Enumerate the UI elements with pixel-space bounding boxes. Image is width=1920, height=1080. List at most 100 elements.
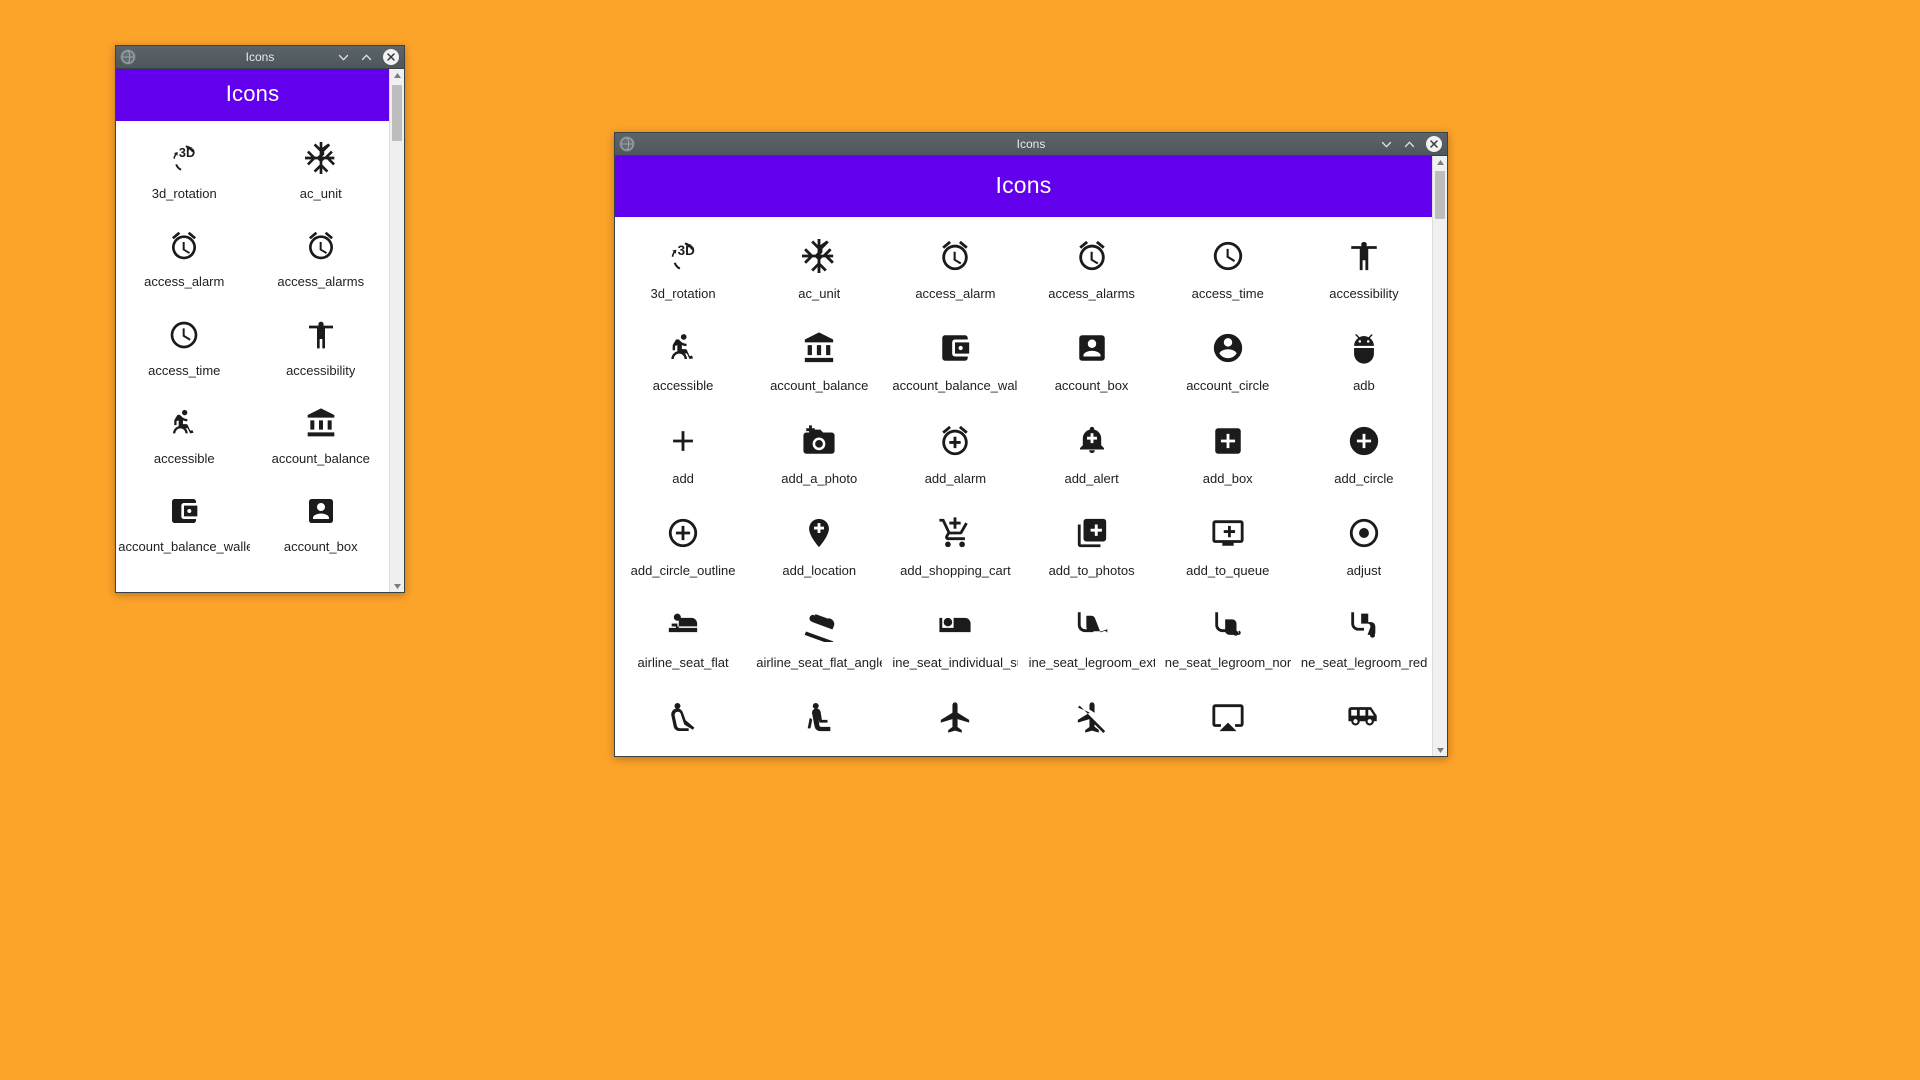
icon-cell[interactable]: add_box (1160, 416, 1296, 486)
icon-cell[interactable]: ac_unit (253, 135, 390, 201)
icon-cell[interactable]: add (615, 416, 751, 486)
icon-cell[interactable]: adb (1296, 323, 1432, 393)
titlebar[interactable]: Icons (116, 46, 404, 69)
add-icon[interactable] (666, 416, 700, 466)
icon-cell[interactable]: access_time (116, 312, 253, 378)
account-balance-wallet-icon[interactable] (168, 488, 200, 534)
icon-cell[interactable]: add_circle (1296, 416, 1432, 486)
icon-cell[interactable]: account_balance (253, 400, 390, 466)
add-alert-icon[interactable] (1075, 416, 1109, 466)
ac-unit-icon[interactable] (304, 135, 337, 181)
airline-seat-flat-icon[interactable] (666, 600, 700, 650)
accessible-icon[interactable] (666, 323, 700, 373)
icon-cell[interactable]: airline_seat_flat_angle (751, 600, 887, 670)
icon-cell[interactable]: add_alarm (887, 416, 1023, 486)
icon-cell[interactable]: access_alarm (887, 231, 1023, 301)
scroll-up-arrow[interactable] (1433, 156, 1447, 168)
chevron-down-icon[interactable] (337, 51, 350, 64)
icon-cell[interactable]: add_circle_outline (615, 508, 751, 578)
icon-cell[interactable] (1160, 692, 1296, 742)
chevron-up-icon[interactable] (1403, 138, 1416, 151)
scrollbar-track[interactable] (390, 81, 404, 580)
account-box-icon[interactable] (305, 488, 337, 534)
airplanemode-inactive-icon[interactable] (1075, 692, 1109, 742)
globe-icon[interactable] (120, 49, 136, 65)
window-small[interactable]: Icons Icons 3D 3d_rotation ac_unit access_ala… (115, 45, 405, 593)
account-balance-icon[interactable] (802, 323, 836, 373)
window-large[interactable]: Icons Icons 3D 3d_rotation ac_unit access_ala… (614, 132, 1448, 757)
add-to-queue-icon[interactable] (1211, 508, 1245, 558)
chevron-down-icon[interactable] (1380, 138, 1393, 151)
add-circle-icon[interactable] (1347, 416, 1381, 466)
icon-cell[interactable]: account_box (1024, 323, 1160, 393)
airport-shuttle-icon[interactable] (1347, 692, 1381, 742)
icon-cell[interactable]: account_balance_wallet (116, 488, 253, 554)
ac-unit-icon[interactable] (802, 231, 836, 281)
icon-scroll-area[interactable]: 3D 3d_rotation ac_unit access_alarm access_a… (615, 217, 1432, 756)
icon-cell[interactable]: account_balance (751, 323, 887, 393)
access-alarm-icon[interactable] (168, 223, 200, 269)
airline-seat-recline-extra-icon[interactable] (666, 692, 700, 742)
scrollbar-thumb[interactable] (392, 85, 402, 141)
scroll-up-arrow[interactable] (390, 69, 404, 81)
icon-cell[interactable]: add_alert (1024, 416, 1160, 486)
accessibility-icon[interactable] (305, 312, 337, 358)
airline-seat-legroom-normal-icon[interactable] (1211, 600, 1245, 650)
add-box-icon[interactable] (1211, 416, 1245, 466)
add-circle-outline-icon[interactable] (666, 508, 700, 558)
account-balance-icon[interactable] (305, 400, 337, 446)
access-alarms-icon[interactable] (305, 223, 337, 269)
globe-icon[interactable] (619, 136, 635, 152)
scroll-down-arrow[interactable] (1433, 744, 1447, 756)
add-alarm-icon[interactable] (938, 416, 972, 466)
icon-cell[interactable]: add_location (751, 508, 887, 578)
icon-cell[interactable]: accessible (116, 400, 253, 466)
3d-rotation-icon[interactable]: 3D (168, 135, 200, 181)
icon-cell[interactable]: add_to_queue (1160, 508, 1296, 578)
icon-scroll-area[interactable]: 3D 3d_rotation ac_unit access_alarm access_a… (116, 121, 389, 592)
airline-seat-recline-normal-icon[interactable] (802, 692, 836, 742)
add-to-photos-icon[interactable] (1075, 508, 1109, 558)
airline-seat-flat-angled-icon[interactable] (802, 600, 836, 650)
icon-cell[interactable]: account_box (253, 488, 390, 554)
icon-cell[interactable] (1024, 692, 1160, 742)
icon-cell[interactable]: ne_seat_legroom_norm (1160, 600, 1296, 670)
titlebar[interactable]: Icons (615, 133, 1447, 156)
icon-cell[interactable]: add_shopping_cart (887, 508, 1023, 578)
icon-cell[interactable]: add_a_photo (751, 416, 887, 486)
icon-cell[interactable]: ne_seat_legroom_redu (1296, 600, 1432, 670)
icon-cell[interactable]: airline_seat_flat (615, 600, 751, 670)
account-balance-wallet-icon[interactable] (938, 323, 972, 373)
icon-cell[interactable]: accessible (615, 323, 751, 393)
account-box-icon[interactable] (1075, 323, 1109, 373)
icon-cell[interactable] (615, 692, 751, 742)
adjust-icon[interactable] (1347, 508, 1381, 558)
airline-seat-legroom-extra-icon[interactable] (1075, 600, 1109, 650)
vertical-scrollbar[interactable] (389, 69, 404, 592)
icon-cell[interactable]: add_to_photos (1024, 508, 1160, 578)
account-circle-icon[interactable] (1211, 323, 1245, 373)
icon-cell[interactable] (887, 692, 1023, 742)
icon-cell[interactable]: accessibility (1296, 231, 1432, 301)
icon-cell[interactable]: adjust (1296, 508, 1432, 578)
icon-cell[interactable]: ine_seat_legroom_ext (1024, 600, 1160, 670)
chevron-up-icon[interactable] (360, 51, 373, 64)
icon-cell[interactable]: 3D 3d_rotation (615, 231, 751, 301)
icon-cell[interactable]: ine_seat_individual_su (887, 600, 1023, 670)
scrollbar-track[interactable] (1433, 168, 1447, 744)
icon-cell[interactable]: access_time (1160, 231, 1296, 301)
access-time-icon[interactable] (168, 312, 200, 358)
airplanemode-active-icon[interactable] (938, 692, 972, 742)
accessibility-icon[interactable] (1347, 231, 1381, 281)
icon-cell[interactable] (1296, 692, 1432, 742)
airline-seat-legroom-reduced-icon[interactable] (1347, 600, 1381, 650)
icon-cell[interactable]: access_alarms (253, 223, 390, 289)
vertical-scrollbar[interactable] (1432, 156, 1447, 756)
airline-seat-individual-suite-icon[interactable] (938, 600, 972, 650)
access-time-icon[interactable] (1211, 231, 1245, 281)
icon-cell[interactable]: 3D 3d_rotation (116, 135, 253, 201)
access-alarms-icon[interactable] (1075, 231, 1109, 281)
access-alarm-icon[interactable] (938, 231, 972, 281)
close-icon[interactable] (383, 49, 399, 65)
close-icon[interactable] (1426, 136, 1442, 152)
